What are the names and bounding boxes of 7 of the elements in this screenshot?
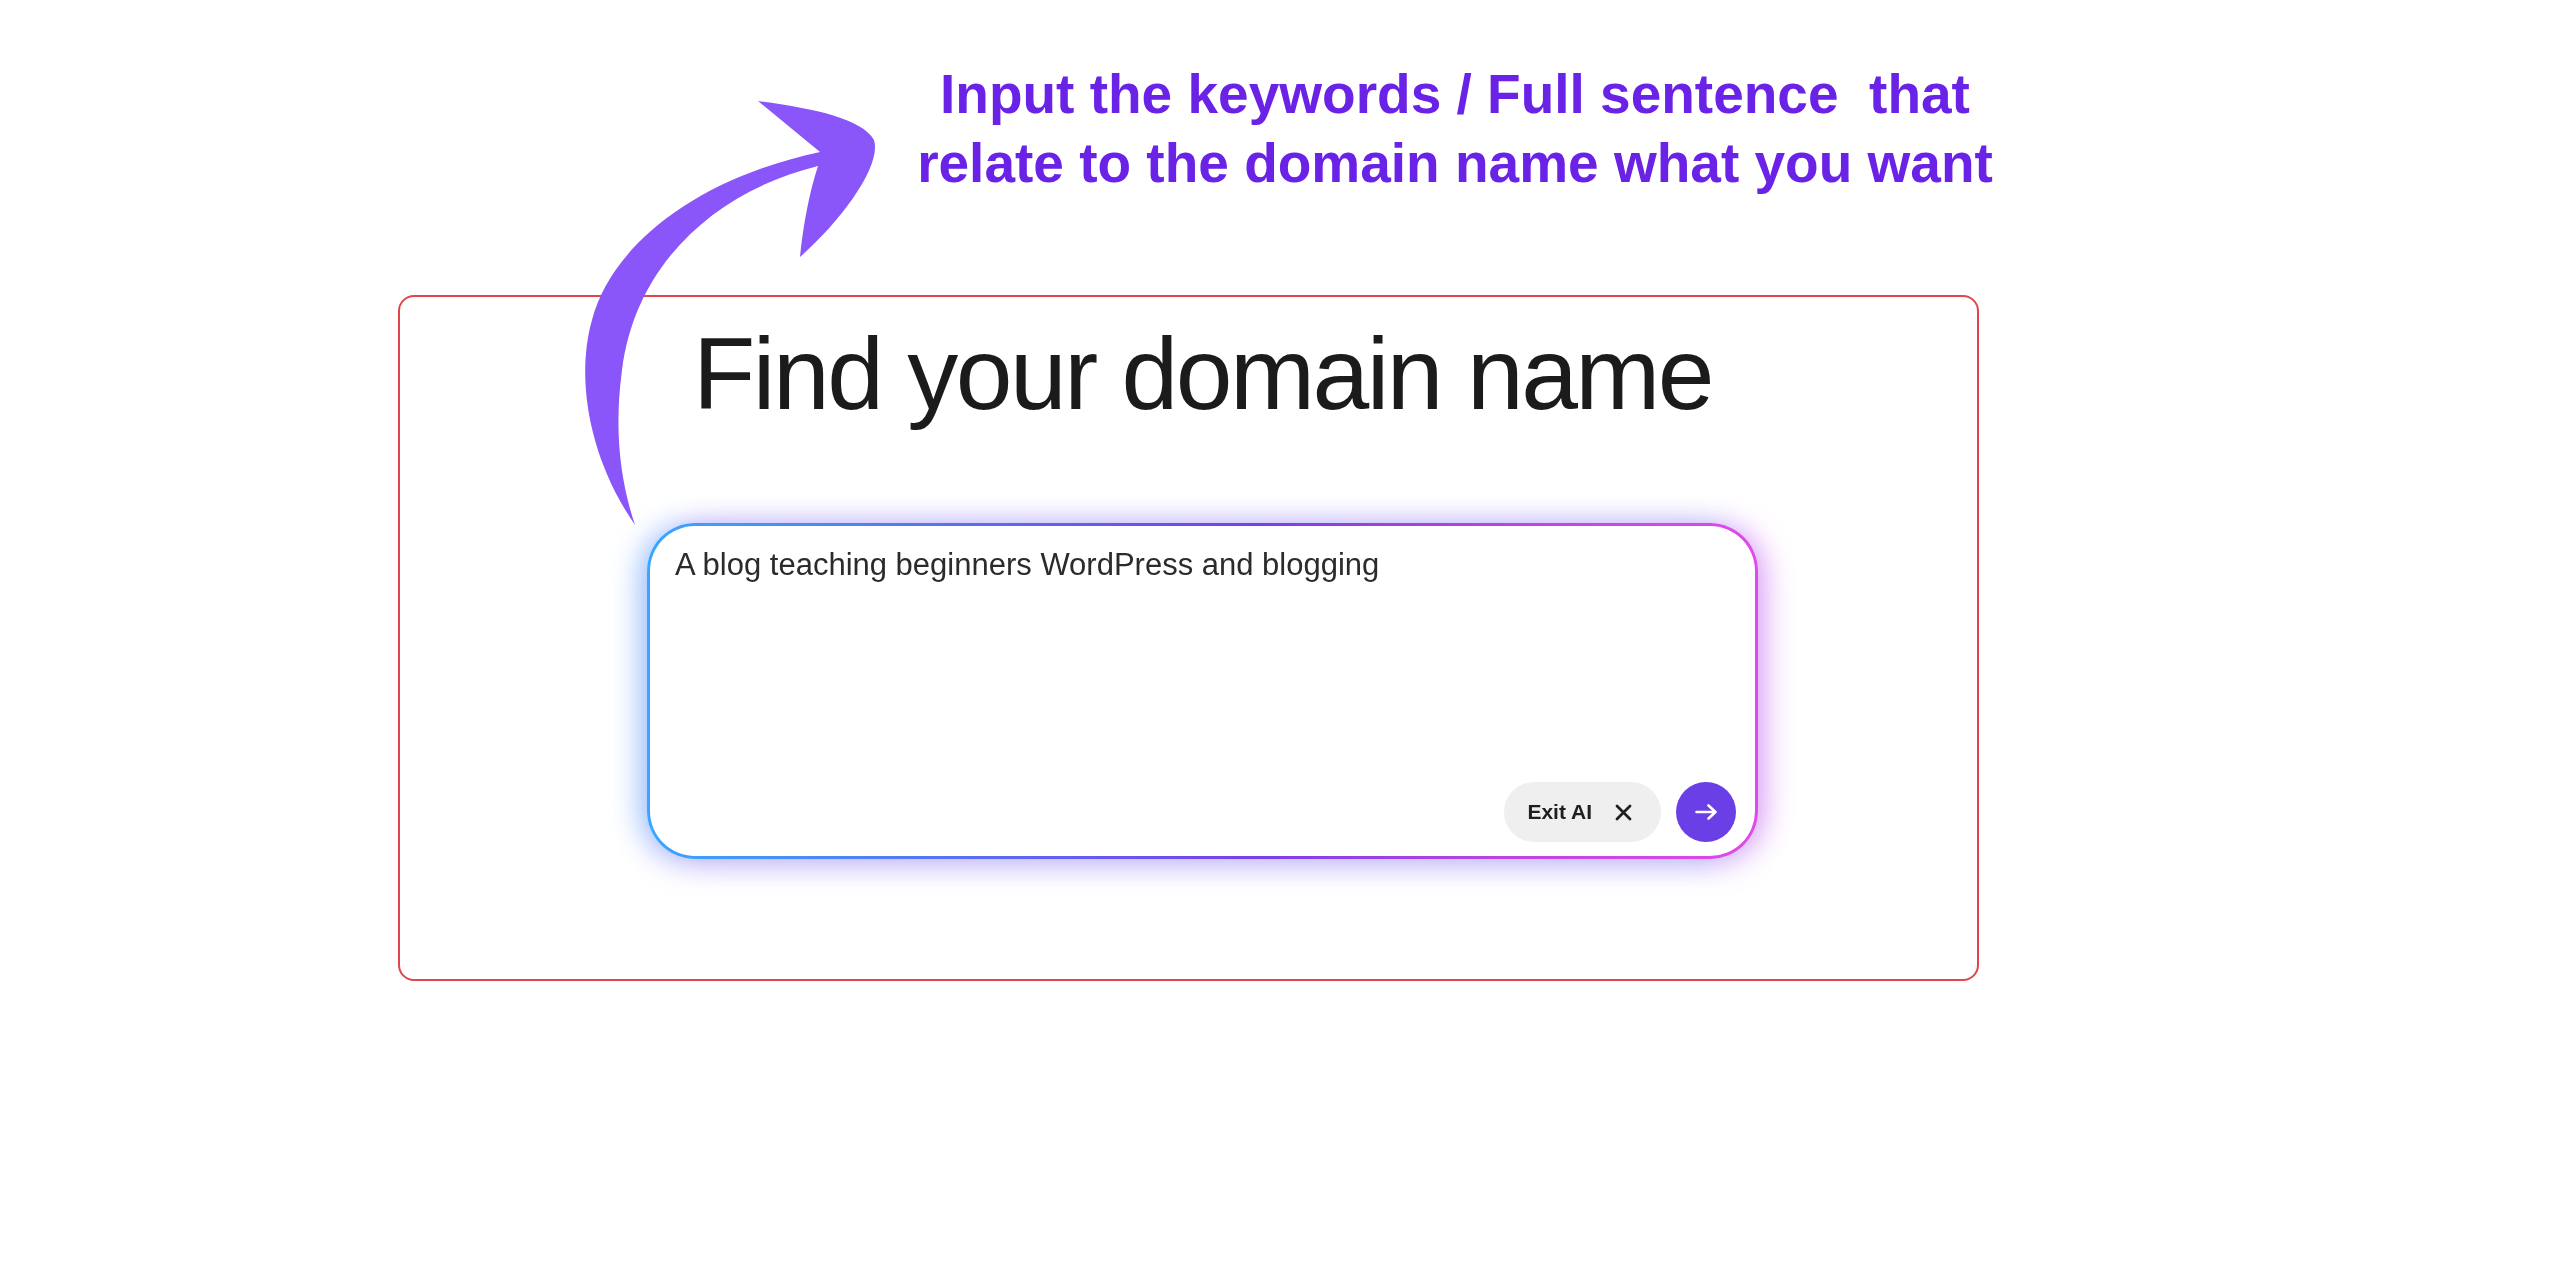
close-icon <box>1615 803 1632 821</box>
arrow-right-icon <box>1695 804 1717 820</box>
instruction-text: Input the keywords / Full sentence that relate to the domain name what you want <box>916 62 1994 196</box>
exit-ai-button[interactable]: Exit AI <box>1504 782 1661 842</box>
page-heading: Find your domain name <box>692 316 1714 433</box>
submit-button[interactable] <box>1676 782 1736 842</box>
prompt-input[interactable]: A blog teaching beginners WordPress and blogging Exit AI <box>647 523 1758 859</box>
